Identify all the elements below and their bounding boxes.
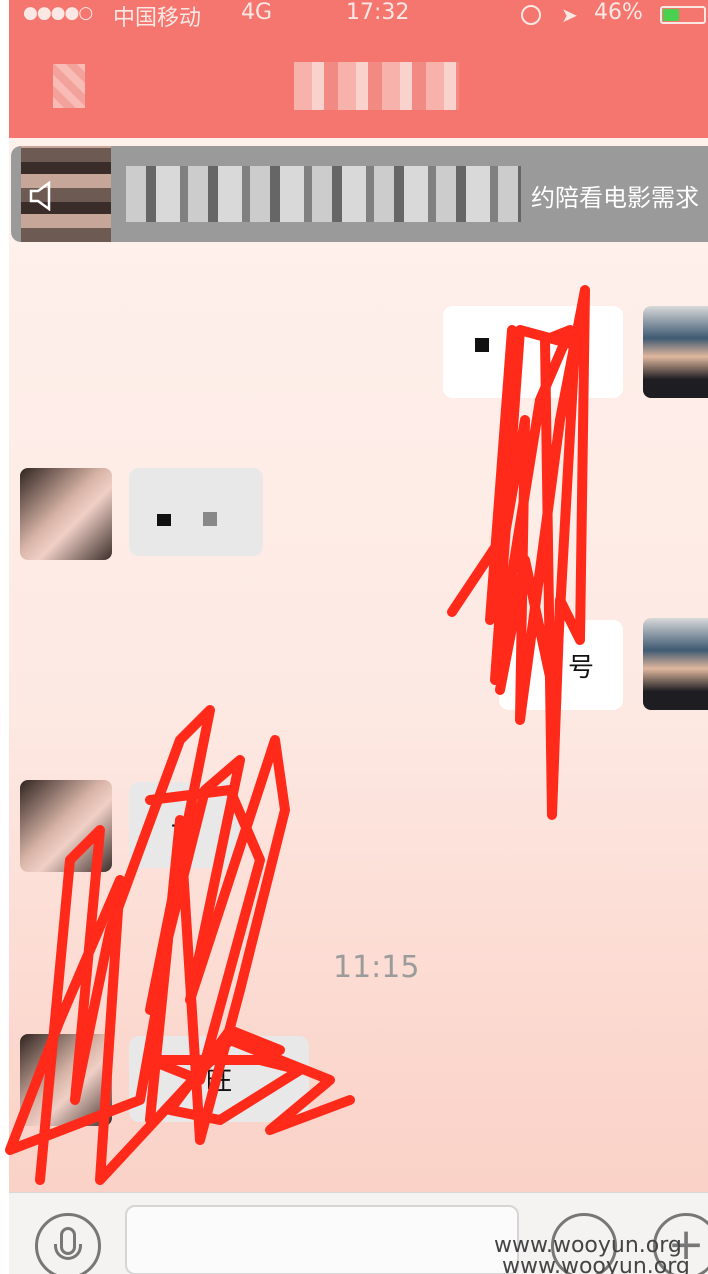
- speaker-icon: [29, 181, 51, 211]
- nav-bar: [9, 30, 708, 138]
- message-bubble-incoming[interactable]: [129, 468, 263, 556]
- back-button[interactable]: [53, 64, 85, 108]
- screen-edge: [0, 0, 9, 1274]
- message-text: 号: [567, 652, 594, 683]
- message-input[interactable]: [125, 1205, 519, 1274]
- banner-text-blurred: [126, 166, 521, 222]
- message-bubble-incoming[interactable]: 一: [129, 782, 239, 868]
- chat-title-blurred: [294, 62, 459, 110]
- battery-percent: 46%: [594, 0, 643, 25]
- message-bubble-incoming[interactable]: 旺: [129, 1036, 309, 1122]
- message-bubble-outgoing[interactable]: 号: [499, 620, 623, 710]
- avatar-self[interactable]: [643, 306, 708, 398]
- message-text: 一: [170, 812, 197, 843]
- status-time: 17:32: [346, 0, 410, 25]
- network-type: 4G: [241, 0, 273, 25]
- avatar-self[interactable]: [643, 618, 708, 710]
- carrier-name: 中国移动: [113, 6, 202, 31]
- avatar-contact[interactable]: [20, 780, 112, 872]
- avatar-contact[interactable]: [20, 468, 112, 560]
- microphone-stand: [54, 1244, 82, 1260]
- message-bubble-outgoing[interactable]: [443, 306, 623, 398]
- voice-input-button[interactable]: [35, 1213, 101, 1274]
- avatar-contact[interactable]: [20, 1034, 112, 1126]
- watermark-shadow: www.wooyun.org: [502, 1254, 690, 1274]
- status-bar: ●●●●○ 中国移动 4G 17:32 ➤ 46%: [9, 0, 708, 31]
- banner-text: 约陪看电影需求: [531, 184, 699, 212]
- rotation-lock-icon: [521, 5, 541, 25]
- blurred-text: [203, 512, 217, 526]
- message-text: 旺: [205, 1066, 232, 1097]
- voice-message-banner[interactable]: 约陪看电影需求: [11, 146, 708, 242]
- blurred-text: [475, 338, 489, 352]
- chat-screen: ●●●●○ 中国移动 4G 17:32 ➤ 46% 约陪看电影需求 号 一 11…: [9, 0, 708, 1274]
- location-icon: ➤: [561, 3, 578, 27]
- message-timestamp: 11:15: [333, 950, 420, 985]
- signal-strength: ●●●●○: [23, 3, 93, 23]
- blurred-text: [157, 514, 171, 526]
- battery-icon: [660, 6, 706, 24]
